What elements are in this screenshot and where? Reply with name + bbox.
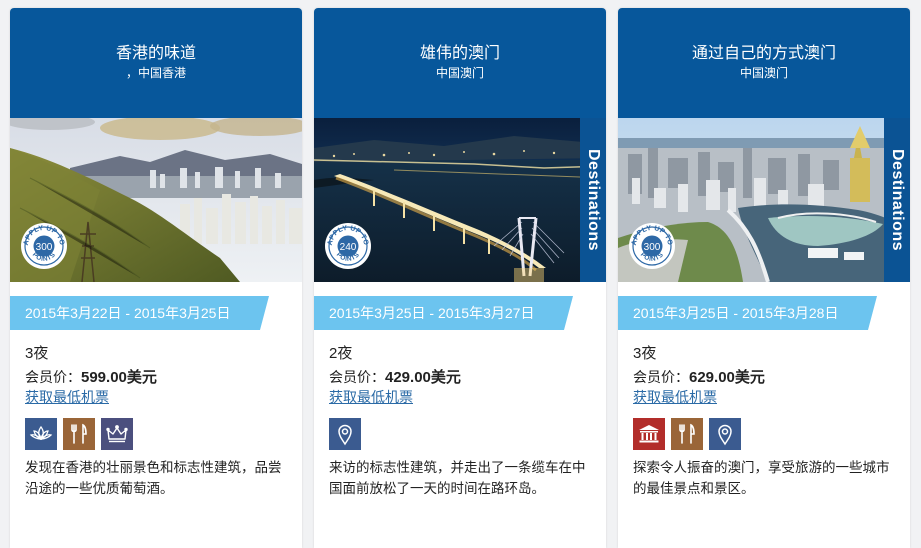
card-title: 雄伟的澳门 [419,45,500,62]
price-label: 会员价： [329,369,385,385]
card-header: 香港的味道 ，中国香港 [10,8,302,118]
date-range: 2015年3月22日 - 2015年3月25日 [25,305,231,321]
museum-icon [633,418,665,450]
destinations-tag-label: Destinations [889,148,907,252]
dining-icon [63,418,95,450]
price-row: 会员价：429.00美元 [329,367,591,388]
svg-text:300: 300 [644,242,661,253]
points-badge: APPLY UP TO 240 POINTS [324,222,372,270]
price-row: 会员价：599.00美元 [25,367,287,388]
card-header: 通过自己的方式澳门 中国澳门 [618,8,910,118]
card-description: 发现在香港的壮丽景色和标志性建筑，品尝沿途的一些优质葡萄酒。 [25,460,282,496]
price-value: 599.00美元 [81,369,157,386]
date-range-band: 2015年3月22日 - 2015年3月25日 [10,296,302,330]
map-pin-icon [329,418,361,450]
points-badge: APPLY UP TO 300 POINTS [628,222,676,270]
map-pin-icon [709,418,741,450]
card-body: 2夜 会员价：429.00美元 获取最低机票 来访的标志性建筑，并走出了一条缆车… [314,330,606,499]
feature-icons [329,418,591,450]
card-description: 来访的标志性建筑，并走出了一条缆车在中国面前放松了一天的时间在路环岛。 [329,460,586,496]
nights-count: 2夜 [329,345,353,362]
nights-count: 3夜 [25,345,49,362]
price-value: 429.00美元 [385,369,461,386]
destinations-tag: Destinations [580,118,606,282]
package-card-majestic-macau[interactable]: 雄伟的澳门 中国澳门 Destinations APPLY UP TO 240 … [314,8,606,548]
feature-icons [633,418,895,450]
card-title: 香港的味道 [115,45,196,62]
card-title: 通过自己的方式澳门 [691,45,836,62]
price-label: 会员价： [633,369,689,385]
price-value: 629.00美元 [689,369,765,386]
feature-icons [25,418,287,450]
dining-icon [671,418,703,450]
date-range: 2015年3月25日 - 2015年3月27日 [329,305,535,321]
price-label: 会员价： [25,369,81,385]
price-row: 会员价：629.00美元 [633,367,895,388]
card-body: 3夜 会员价：599.00美元 获取最低机票 发现在香港的壮丽景色和标志性建筑，… [10,330,302,499]
card-image-macau-city[interactable]: Destinations APPLY UP TO 300 POINTS [618,118,910,282]
destinations-tag-label: Destinations [585,148,603,252]
points-badge: APPLY UP TO 300 POINTS [20,222,68,270]
card-body: 3夜 会员价：629.00美元 获取最低机票 探索令人振奋的澳门，享受旅游的一些… [618,330,910,499]
crown-icon [101,418,133,450]
lowest-fare-link[interactable]: 获取最低机票 [633,388,717,406]
card-location: 中国澳门 [435,66,484,80]
card-location: 中国澳门 [739,66,788,80]
date-range-band: 2015年3月25日 - 2015年3月28日 [618,296,910,330]
card-location: ，中国香港 [125,66,186,80]
package-card-hong-kong[interactable]: 香港的味道 ，中国香港 APPLY UP TO 300 POINTS 2015年… [10,8,302,548]
lowest-fare-link[interactable]: 获取最低机票 [329,388,413,406]
date-range-band: 2015年3月25日 - 2015年3月27日 [314,296,606,330]
card-description: 探索令人振奋的澳门，享受旅游的一些城市的最佳景点和景区。 [633,460,890,496]
card-image-macau-bridge[interactable]: Destinations APPLY UP TO 240 POINTS [314,118,606,282]
svg-text:300: 300 [36,242,53,253]
destinations-tag: Destinations [884,118,910,282]
lotus-spa-icon [25,418,57,450]
svg-text:240: 240 [340,242,357,253]
date-range: 2015年3月25日 - 2015年3月28日 [633,305,839,321]
card-header: 雄伟的澳门 中国澳门 [314,8,606,118]
nights-count: 3夜 [633,345,657,362]
card-image-hong-kong[interactable]: APPLY UP TO 300 POINTS [10,118,302,282]
lowest-fare-link[interactable]: 获取最低机票 [25,388,109,406]
package-card-macau-your-way[interactable]: 通过自己的方式澳门 中国澳门 Destinations APPLY UP TO … [618,8,910,548]
